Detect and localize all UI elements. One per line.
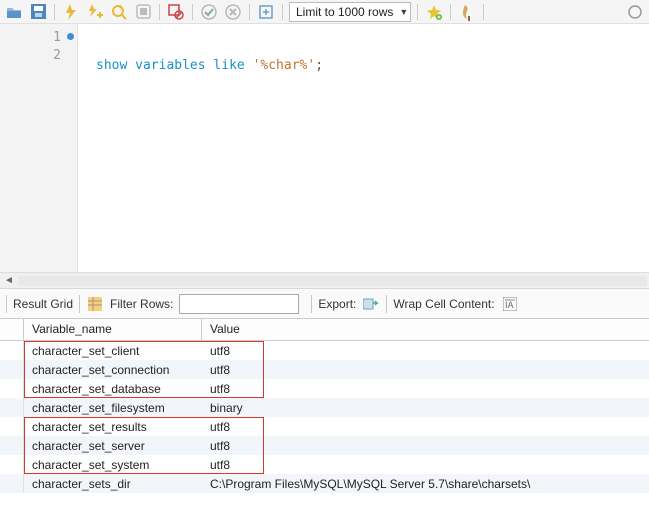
- wrap-cell-icon[interactable]: IA: [501, 295, 519, 313]
- toggle-whitespace-icon[interactable]: [256, 2, 276, 22]
- filter-rows-input[interactable]: [179, 294, 299, 314]
- row-handle[interactable]: [0, 436, 24, 455]
- export-icon[interactable]: [362, 295, 380, 313]
- cell-variable-name[interactable]: character_set_server: [24, 438, 202, 454]
- result-toolbar: Result Grid Filter Rows: Export: Wrap Ce…: [0, 288, 649, 318]
- save-icon[interactable]: [28, 2, 48, 22]
- column-header[interactable]: Variable_name: [24, 319, 202, 340]
- table-row[interactable]: character_set_databaseutf8: [0, 379, 649, 398]
- favorite-icon[interactable]: [424, 2, 444, 22]
- toolbar-separator: [417, 4, 418, 20]
- dropdown-caret-icon: ▼: [399, 7, 408, 17]
- grid-header: Variable_name Value: [0, 319, 649, 341]
- statement-marker-icon: [67, 33, 74, 40]
- row-handle[interactable]: [0, 341, 24, 360]
- table-row[interactable]: character_set_filesystembinary: [0, 398, 649, 417]
- main-toolbar: Limit to 1000 rows ▼: [0, 0, 649, 24]
- result-grid-label: Result Grid: [13, 297, 73, 311]
- scrollbar-track[interactable]: [18, 276, 647, 286]
- row-handle[interactable]: [0, 398, 24, 417]
- beautify-icon[interactable]: [457, 2, 477, 22]
- table-row[interactable]: character_set_systemutf8: [0, 455, 649, 474]
- result-grid-view-icon[interactable]: [86, 295, 104, 313]
- sql-keyword: show: [96, 58, 127, 73]
- open-file-icon[interactable]: [4, 2, 24, 22]
- row-handle[interactable]: [0, 455, 24, 474]
- column-header[interactable]: Value: [202, 319, 649, 340]
- toolbar-separator: [282, 4, 283, 20]
- toolbar-separator: [192, 4, 193, 20]
- table-row[interactable]: character_sets_dirC:\Program Files\MySQL…: [0, 474, 649, 493]
- sql-string: '%char%': [253, 58, 316, 73]
- wrap-cell-label: Wrap Cell Content:: [393, 297, 494, 311]
- line-number: 1: [53, 30, 61, 45]
- sql-editor[interactable]: 1 2 show variables like '%char%';: [0, 24, 649, 272]
- toggle-autocommit-icon[interactable]: [166, 2, 186, 22]
- cell-value[interactable]: utf8: [202, 343, 649, 359]
- gutter-line: 2: [0, 46, 77, 64]
- line-number: 2: [53, 48, 61, 63]
- cell-value[interactable]: utf8: [202, 381, 649, 397]
- more-icon[interactable]: [625, 2, 645, 22]
- editor-scrollbar[interactable]: ◄: [0, 272, 649, 288]
- cell-variable-name[interactable]: character_set_connection: [24, 362, 202, 378]
- sql-keyword: variables: [135, 58, 205, 73]
- svg-text:IA: IA: [505, 300, 514, 310]
- code-line: [96, 106, 649, 124]
- row-handle[interactable]: [0, 474, 24, 493]
- row-handle[interactable]: [0, 417, 24, 436]
- commit-icon[interactable]: [199, 2, 219, 22]
- cell-value[interactable]: utf8: [202, 419, 649, 435]
- cell-variable-name[interactable]: character_set_database: [24, 381, 202, 397]
- toolbar-separator: [450, 4, 451, 20]
- result-grid: Variable_name Value character_set_client…: [0, 318, 649, 493]
- toolbar-separator: [483, 4, 484, 20]
- cell-value[interactable]: utf8: [202, 457, 649, 473]
- cell-variable-name[interactable]: character_set_results: [24, 419, 202, 435]
- toolbar-separator: [311, 295, 312, 313]
- row-limit-label: Limit to 1000 rows: [296, 5, 393, 19]
- table-row[interactable]: character_set_serverutf8: [0, 436, 649, 455]
- row-handle-header: [0, 319, 24, 340]
- code-line: show variables like '%char%';: [96, 58, 649, 76]
- row-handle[interactable]: [0, 379, 24, 398]
- table-row[interactable]: character_set_resultsutf8: [0, 417, 649, 436]
- export-label: Export:: [318, 297, 356, 311]
- cell-value[interactable]: C:\Program Files\MySQL\MySQL Server 5.7\…: [202, 476, 649, 492]
- sql-keyword: like: [213, 58, 244, 73]
- stop-icon[interactable]: [133, 2, 153, 22]
- table-row[interactable]: character_set_connectionutf8: [0, 360, 649, 379]
- gutter-line: 1: [0, 28, 77, 46]
- editor-content[interactable]: show variables like '%char%';: [78, 24, 649, 272]
- sql-punct: ;: [315, 58, 323, 73]
- toolbar-separator: [386, 295, 387, 313]
- toolbar-separator: [159, 4, 160, 20]
- cell-value[interactable]: binary: [202, 400, 649, 416]
- grid-body: character_set_clientutf8 character_set_c…: [0, 341, 649, 493]
- filter-rows-label: Filter Rows:: [110, 297, 173, 311]
- scroll-left-icon[interactable]: ◄: [2, 275, 16, 286]
- table-row[interactable]: character_set_clientutf8: [0, 341, 649, 360]
- cell-value[interactable]: utf8: [202, 362, 649, 378]
- toolbar-separator: [54, 4, 55, 20]
- toolbar-separator: [249, 4, 250, 20]
- cell-variable-name[interactable]: character_set_filesystem: [24, 400, 202, 416]
- toolbar-separator: [6, 295, 7, 313]
- cell-variable-name[interactable]: character_set_system: [24, 457, 202, 473]
- execute-current-icon[interactable]: [85, 2, 105, 22]
- rollback-icon[interactable]: [223, 2, 243, 22]
- row-limit-dropdown[interactable]: Limit to 1000 rows ▼: [289, 2, 411, 22]
- editor-gutter: 1 2: [0, 24, 78, 272]
- explain-icon[interactable]: [109, 2, 129, 22]
- cell-value[interactable]: utf8: [202, 438, 649, 454]
- cell-variable-name[interactable]: character_sets_dir: [24, 476, 202, 492]
- row-handle[interactable]: [0, 360, 24, 379]
- cell-variable-name[interactable]: character_set_client: [24, 343, 202, 359]
- execute-icon[interactable]: [61, 2, 81, 22]
- toolbar-separator: [79, 295, 80, 313]
